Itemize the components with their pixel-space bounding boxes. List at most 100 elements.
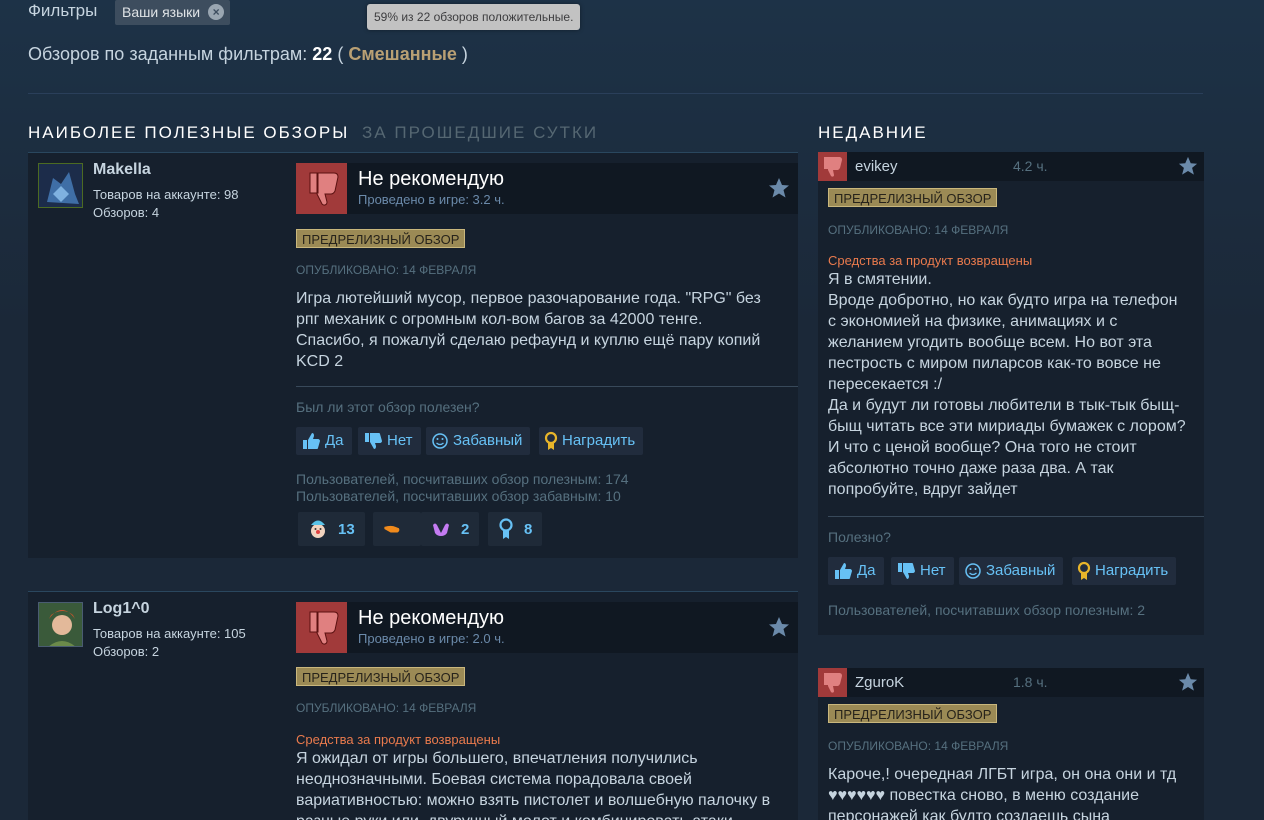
vote-funny-label: Забавный — [986, 562, 1056, 579]
review-line: Игра лютейший мусор, первое разочаровани… — [296, 290, 761, 307]
heart-hands-icon — [433, 523, 449, 536]
vote-no-button[interactable]: Нет — [891, 557, 954, 585]
helpful-title-text: Наиболее полезные обзоры — [28, 123, 350, 142]
award-button[interactable]: Наградить — [539, 427, 644, 455]
author-reviews-count[interactable]: Обзоров: 4 — [93, 205, 159, 220]
rating-tooltip: 59% из 22 обзоров положительные. — [367, 4, 581, 30]
review-line: быщ читать все эти мириады бумажек с лор… — [828, 418, 1186, 435]
review-line: пересекается :/ — [828, 376, 943, 393]
review-line: И что с ценой вообще? Она того не стоит — [828, 439, 1137, 456]
thumbs-down-icon — [818, 152, 847, 181]
helpful-reviews-title: Наиболее полезные обзоры за прошедшие су… — [28, 123, 598, 143]
review-line: ♥♥♥♥♥♥ повестка сново, в меню создание — [828, 787, 1140, 804]
summary-prefix: Обзоров по заданным фильтрам: — [28, 44, 308, 64]
award-label: Наградить — [562, 432, 636, 449]
review-line: персонажей как будто создаешь сына — [828, 808, 1110, 820]
rating-label[interactable]: Смешанные — [348, 44, 456, 64]
review-divider — [828, 516, 1204, 517]
review-count: 22 — [312, 44, 333, 64]
medal-icon — [499, 518, 513, 539]
recent-review-header[interactable]: ZguroK 1.8 ч. — [818, 668, 1204, 697]
review-body: Я ожидал от игры большего, впечатления п… — [296, 748, 796, 820]
author-products[interactable]: Товаров на аккаунте: 105 — [93, 626, 246, 641]
posted-date: Опубликовано: 14 февраля — [296, 263, 477, 277]
recent-review-header[interactable]: evikey 4.2 ч. — [818, 152, 1204, 181]
helpful-count: Пользователей, посчитавших обзор полезны… — [296, 471, 629, 487]
author-products[interactable]: Товаров на аккаунте: 98 — [93, 187, 239, 202]
award-badge[interactable]: 8 — [488, 512, 543, 546]
prerelease-badge: Предрелизный обзор — [828, 188, 998, 207]
prerelease-badge-label: Предрелизный обзор — [834, 191, 992, 206]
review-line: пестрость с миром пиларсов как-то вовсе … — [828, 355, 1161, 372]
helpful-question: Был ли этот обзор полезен? — [296, 399, 480, 415]
review-line: абсолютно точно даже раза два. А так — [828, 460, 1114, 477]
review-line: вариативностью: можно взять пистолет и в… — [296, 792, 771, 809]
vote-header[interactable]: Не рекомендую Проведено в игре: 2.0 ч. — [296, 602, 798, 653]
helpful-count: Пользователей, посчитавших обзор полезны… — [828, 602, 1146, 618]
author-name[interactable]: Makella — [93, 161, 151, 179]
review-line: Я ожидал от игры большего, впечатления п… — [296, 750, 698, 767]
vote-funny-button[interactable]: Забавный — [426, 427, 531, 455]
review-verdict: Не рекомендую — [358, 607, 505, 629]
smiley-icon — [965, 563, 981, 579]
award-label: Наградить — [1095, 562, 1169, 579]
star-icon[interactable] — [768, 177, 790, 199]
review-line: желанием угодить вообще всем. Но вот эта — [828, 334, 1152, 351]
review-card: Makella Товаров на аккаунте: 98 Обзоров:… — [28, 152, 798, 558]
award-button[interactable]: Наградить — [1072, 557, 1177, 585]
vote-no-label: Нет — [920, 562, 946, 579]
vote-yes-button[interactable]: Да — [828, 557, 884, 585]
award-badge[interactable] — [373, 512, 421, 546]
vote-no-label: Нет — [387, 432, 413, 449]
prerelease-badge-label: Предрелизный обзор — [302, 670, 460, 685]
vote-header[interactable]: Не рекомендую Проведено в игре: 3.2 ч. — [296, 163, 798, 214]
filter-chip-label: Ваши языки — [122, 4, 201, 20]
review-body: Я в смятении. Вроде добротно, но как буд… — [828, 269, 1200, 500]
refund-notice: Средства за продукт возвращены — [828, 253, 1033, 268]
helpful-period: за прошедшие сутки — [362, 123, 599, 142]
review-line: Я в смятении. — [828, 271, 932, 288]
review-line: рпг механик с огромным кол-вом багов за … — [296, 311, 703, 328]
vote-funny-button[interactable]: Забавный — [959, 557, 1064, 585]
vote-no-button[interactable]: Нет — [358, 427, 421, 455]
author-name[interactable]: evikey — [855, 158, 898, 175]
thumbs-down-icon — [818, 668, 847, 697]
thumbs-down-small-icon — [365, 433, 382, 449]
award-badge[interactable]: 2 — [421, 512, 480, 546]
avatar[interactable] — [38, 163, 83, 208]
thumbs-down-icon — [296, 602, 347, 653]
language-filter-chip[interactable]: Ваши языки × — [115, 0, 231, 25]
vote-funny-label: Забавный — [453, 432, 523, 449]
prerelease-badge-label: Предрелизный обзор — [302, 232, 460, 247]
close-icon[interactable]: × — [208, 4, 225, 20]
star-icon[interactable] — [1178, 672, 1198, 692]
vote-yes-button[interactable]: Да — [296, 427, 352, 455]
review-line: попробуйте, вдруг зайдет — [828, 481, 1018, 498]
prerelease-badge: Предрелизный обзор — [828, 704, 998, 723]
author-reviews-count[interactable]: Обзоров: 2 — [93, 644, 159, 659]
review-divider — [296, 386, 798, 387]
vote-yes-label: Да — [857, 562, 876, 579]
award-icon — [1077, 561, 1091, 580]
recent-review-card: evikey 4.2 ч. Предрелизный обзор Опублик… — [818, 152, 1204, 635]
review-line: Спасибо, я пожалуй сделаю рефаунд и купл… — [296, 332, 761, 349]
helpful-question: Полезно? — [828, 529, 891, 545]
filters-label: Фильтры — [28, 1, 98, 20]
boot-icon — [384, 525, 400, 533]
playtime: 1.8 ч. — [1013, 674, 1048, 690]
review-body: Игра лютейший мусор, первое разочаровани… — [296, 288, 796, 372]
avatar[interactable] — [38, 602, 83, 647]
review-line: Кароче,! очередная ЛГБТ игра, он она они… — [828, 766, 1177, 783]
star-icon[interactable] — [768, 616, 790, 638]
posted-date: Опубликовано: 14 февраля — [296, 701, 477, 715]
review-line: Вроде добротно, но как будто игра на тел… — [828, 292, 1178, 309]
review-verdict: Не рекомендую — [358, 168, 505, 190]
award-count: 2 — [461, 520, 470, 538]
author-name[interactable]: ZguroK — [855, 674, 904, 691]
award-badge[interactable]: 13 — [298, 512, 365, 546]
star-icon[interactable] — [1178, 156, 1198, 176]
author-name[interactable]: Log1^0 — [93, 600, 149, 618]
review-line: с экономией на физике, анимациях и с — [828, 313, 1118, 330]
summary-close-paren: ) — [461, 44, 468, 64]
review-line: разные руки или, двуручный молот и комби… — [296, 811, 796, 820]
